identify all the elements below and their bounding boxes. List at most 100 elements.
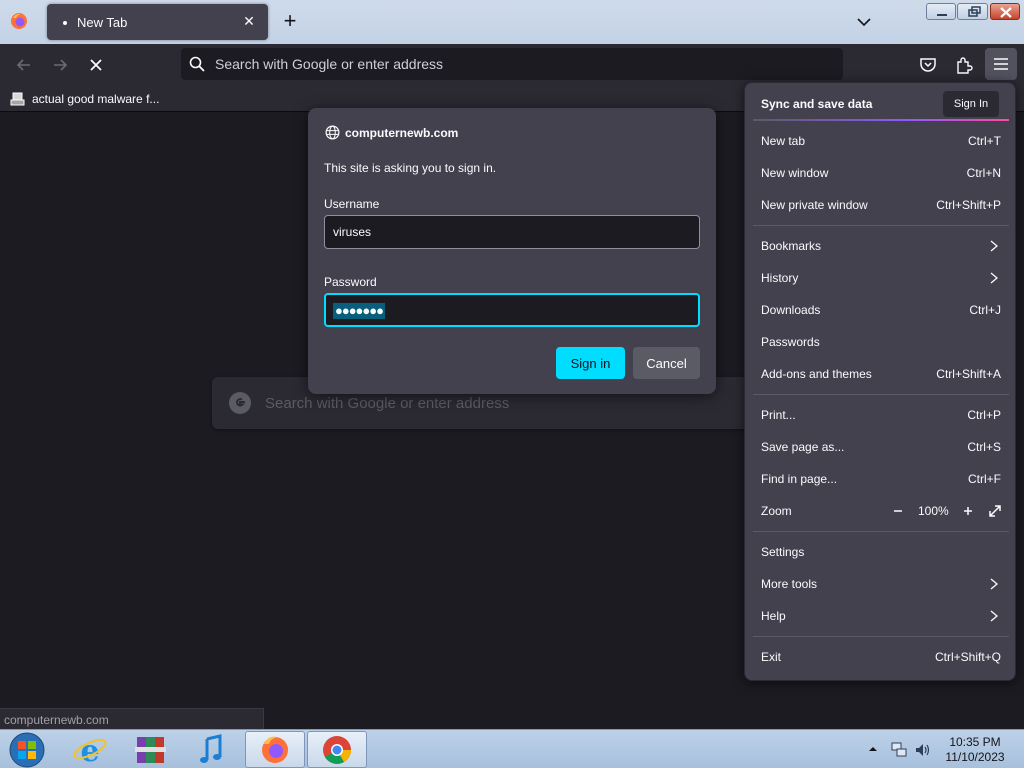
address-input[interactable] (215, 48, 815, 80)
new-tab-button[interactable]: + (278, 10, 302, 34)
list-all-tabs-chevron-icon[interactable] (852, 12, 876, 32)
chevron-right-icon (990, 240, 999, 252)
title-bar: New Tab ✕ + (0, 0, 1024, 44)
firefox-icon (11, 13, 27, 29)
open-application-menu-button[interactable] (985, 48, 1017, 80)
menu-item-passwords[interactable]: Passwords (753, 326, 1009, 358)
menu-item-downloads[interactable]: Downloads Ctrl+J (753, 294, 1009, 326)
zoom-in-plus-icon[interactable] (960, 503, 976, 519)
start-button-windows-orb-icon[interactable] (6, 731, 48, 768)
menu-item-label: Bookmarks (761, 239, 822, 253)
dialog-host-label: computernewb.com (345, 125, 459, 140)
restore-button[interactable] (957, 3, 988, 20)
menu-item-label: New private window (761, 198, 868, 212)
tab-close-icon[interactable]: ✕ (240, 12, 258, 30)
menu-item-label: Save page as... (761, 440, 845, 454)
menu-item-label: New tab (761, 134, 806, 148)
cancel-button[interactable]: Cancel (633, 347, 700, 379)
menu-item-shortcut: Ctrl+J (969, 303, 1001, 317)
menu-separator (753, 394, 1009, 395)
sync-row[interactable]: Sync and save data Sign In (753, 89, 1009, 123)
menu-item-label: Passwords (761, 335, 820, 349)
network-icon[interactable] (890, 741, 908, 759)
menu-item-label: Settings (761, 545, 805, 559)
dialog-host: computernewb.com (325, 125, 458, 140)
menu-item-add-ons-and-themes[interactable]: Add-ons and themes Ctrl+Shift+A (753, 358, 1009, 390)
back-arrow-icon[interactable] (12, 53, 36, 77)
sign-in-button[interactable]: Sign in (556, 347, 625, 379)
taskbar-firefox[interactable] (245, 731, 305, 768)
username-label: Username (324, 197, 380, 211)
menu-item-label: More tools (761, 577, 818, 591)
sync-gradient-divider (753, 119, 1009, 121)
menu-separator (753, 531, 1009, 532)
bookmark-item[interactable]: actual good malware f... (10, 90, 159, 108)
chevron-right-icon (990, 272, 999, 284)
pocket-icon[interactable] (916, 53, 940, 77)
close-window-button[interactable] (990, 3, 1020, 20)
bookmark-label: actual good malware f... (32, 92, 160, 106)
firefox-icon (262, 736, 288, 763)
search-icon (189, 56, 205, 72)
menu-item-help[interactable]: Help (753, 600, 1009, 632)
menu-item-shortcut: Ctrl+S (967, 440, 1001, 454)
application-menu-panel: Sync and save data Sign In New tab Ctrl+… (744, 82, 1016, 681)
music-note-icon (200, 734, 222, 763)
internet-explorer-icon: e (73, 734, 107, 768)
menu-item-new-window[interactable]: New window Ctrl+N (753, 157, 1009, 189)
bookmark-site-favicon-icon (10, 92, 25, 106)
clock-time: 10:35 PM (949, 735, 1001, 749)
sync-label: Sync and save data (761, 97, 873, 111)
tab-new-tab[interactable]: New Tab ✕ (47, 4, 268, 40)
password-label: Password (324, 275, 377, 289)
menu-item-label: Help (761, 609, 786, 623)
forward-arrow-icon[interactable] (48, 53, 72, 77)
extensions-puzzle-icon[interactable] (952, 53, 976, 77)
taskbar-internet-explorer[interactable]: e (60, 731, 120, 768)
minimize-button[interactable] (926, 3, 956, 20)
show-hidden-icons-up-arrow-icon[interactable] (868, 744, 878, 754)
tab-loading-dot-icon (63, 21, 67, 25)
menu-item-save-page-as[interactable]: Save page as... Ctrl+S (753, 431, 1009, 463)
chrome-icon (323, 736, 351, 764)
archive-books-icon (135, 737, 166, 763)
zoom-out-minus-icon[interactable] (890, 503, 906, 519)
menu-item-shortcut: Ctrl+N (966, 166, 1001, 180)
menu-item-label: Print... (761, 408, 796, 422)
username-field[interactable] (324, 215, 700, 249)
taskbar-chrome[interactable] (307, 731, 367, 768)
address-bar[interactable] (181, 48, 843, 80)
volume-speaker-icon[interactable] (914, 741, 932, 759)
dialog-message: This site is asking you to sign in. (324, 161, 497, 175)
menu-separator (753, 636, 1009, 637)
stop-loading-icon[interactable] (84, 53, 108, 77)
windows-taskbar: e 10:35 PM 11/10/2023 (0, 729, 1024, 768)
menu-item-shortcut: Ctrl+Shift+A (936, 367, 1001, 381)
globe-icon (325, 125, 340, 140)
tab-title: New Tab (77, 15, 128, 30)
menu-item-bookmarks[interactable]: Bookmarks (753, 230, 1009, 262)
taskbar-clock[interactable]: 10:35 PM 11/10/2023 (940, 735, 1010, 765)
menu-item-new-tab[interactable]: New tab Ctrl+T (753, 125, 1009, 157)
menu-item-shortcut: Ctrl+P (967, 408, 1001, 422)
sync-sign-in-button[interactable]: Sign In (943, 91, 999, 117)
menu-item-label: Zoom (761, 504, 792, 518)
taskbar-archive-app[interactable] (121, 731, 181, 768)
menu-item-history[interactable]: History (753, 262, 1009, 294)
menu-item-label: Exit (761, 650, 782, 664)
newtab-search-placeholder: Search with Google or enter address (265, 395, 510, 412)
menu-item-print[interactable]: Print... Ctrl+P (753, 399, 1009, 431)
fullscreen-expand-icon[interactable] (987, 503, 1003, 519)
taskbar-music-app[interactable] (182, 731, 242, 768)
menu-item-new-private-window[interactable]: New private window Ctrl+Shift+P (753, 189, 1009, 221)
menu-item-settings[interactable]: Settings (753, 536, 1009, 568)
menu-item-find-in-page[interactable]: Find in page... Ctrl+F (753, 463, 1009, 495)
hamburger-menu-icon (994, 58, 1008, 70)
menu-separator (753, 225, 1009, 226)
menu-item-label: Find in page... (761, 472, 838, 486)
zoom-level[interactable]: 100% (918, 504, 949, 518)
menu-item-exit[interactable]: Exit Ctrl+Shift+Q (753, 641, 1009, 673)
status-link-preview: computernewb.com (0, 708, 264, 729)
menu-item-more-tools[interactable]: More tools (753, 568, 1009, 600)
menu-item-shortcut: Ctrl+Shift+P (936, 198, 1001, 212)
